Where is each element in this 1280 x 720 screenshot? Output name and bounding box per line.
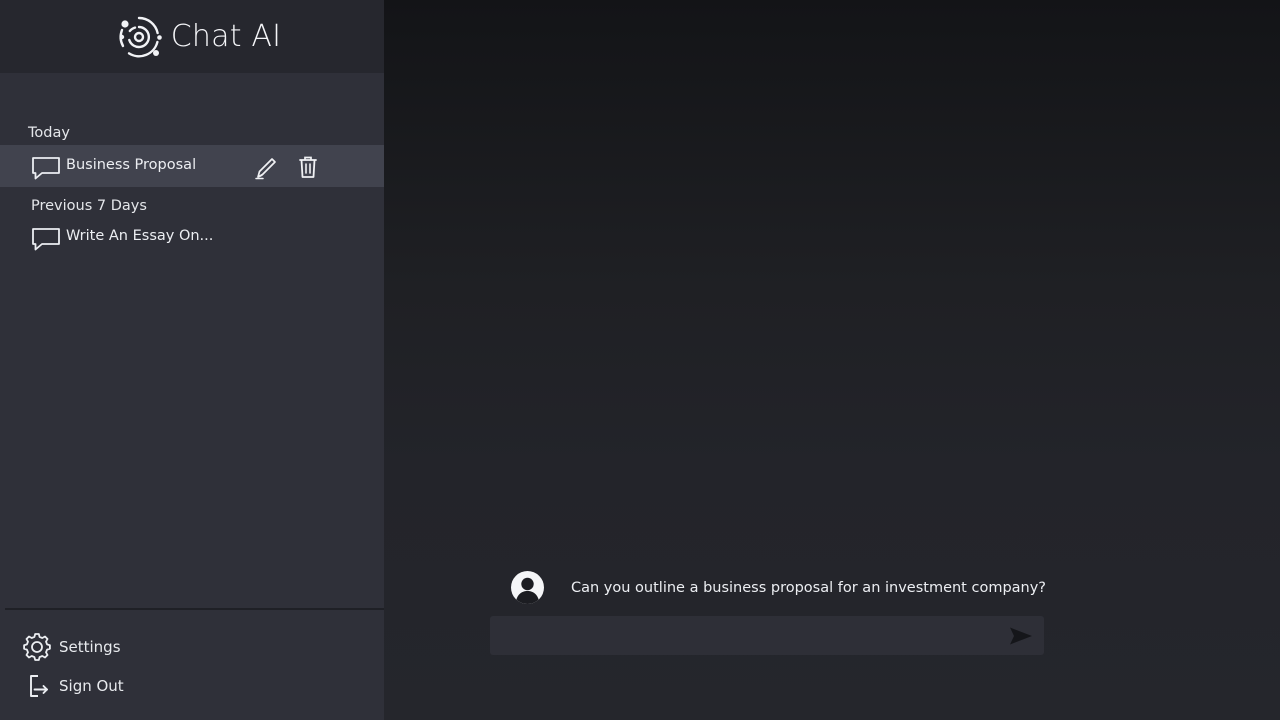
- conversation-title: Write An Essay On...: [66, 228, 214, 244]
- user-message: Can you outline a business proposal for …: [511, 571, 1046, 604]
- conversation-item-business-proposal[interactable]: Business Proposal: [0, 145, 384, 187]
- message-text: Can you outline a business proposal for …: [571, 579, 1047, 596]
- sidebar: Chat AI Today Business Proposal Previous: [0, 0, 384, 720]
- app-title: Chat AI: [170, 19, 282, 54]
- edit-button[interactable]: [254, 154, 280, 180]
- user-avatar-icon: [511, 571, 544, 604]
- sidebar-divider: [5, 608, 384, 610]
- settings-button[interactable]: Settings: [22, 632, 121, 662]
- section-label-today: Today: [28, 125, 70, 141]
- sign-out-button[interactable]: Sign Out: [22, 671, 124, 701]
- send-button[interactable]: [1008, 624, 1034, 648]
- trash-icon: [299, 156, 317, 178]
- pencil-icon: [255, 158, 276, 180]
- sign-out-icon: [30, 675, 48, 697]
- delete-button[interactable]: [295, 154, 321, 180]
- gear-icon: [23, 633, 51, 661]
- conversation-title: Business Proposal: [66, 157, 197, 173]
- speech-bubble-icon: [32, 228, 60, 251]
- send-arrow-icon: [1010, 627, 1032, 645]
- sidebar-header: Chat AI: [0, 0, 384, 73]
- chat-panel: Can you outline a business proposal for …: [384, 0, 1280, 720]
- conversation-item-write-an-essay[interactable]: Write An Essay On...: [0, 216, 384, 258]
- message-composer: [490, 616, 1044, 657]
- speech-bubble-icon: [32, 157, 60, 180]
- section-label-previous-7-days: Previous 7 Days: [31, 198, 147, 214]
- brand[interactable]: Chat AI: [115, 13, 281, 61]
- sign-out-label: Sign Out: [59, 677, 124, 695]
- settings-label: Settings: [59, 638, 121, 656]
- chat-ai-logo-icon: [119, 16, 162, 57]
- message-input[interactable]: [502, 616, 1006, 657]
